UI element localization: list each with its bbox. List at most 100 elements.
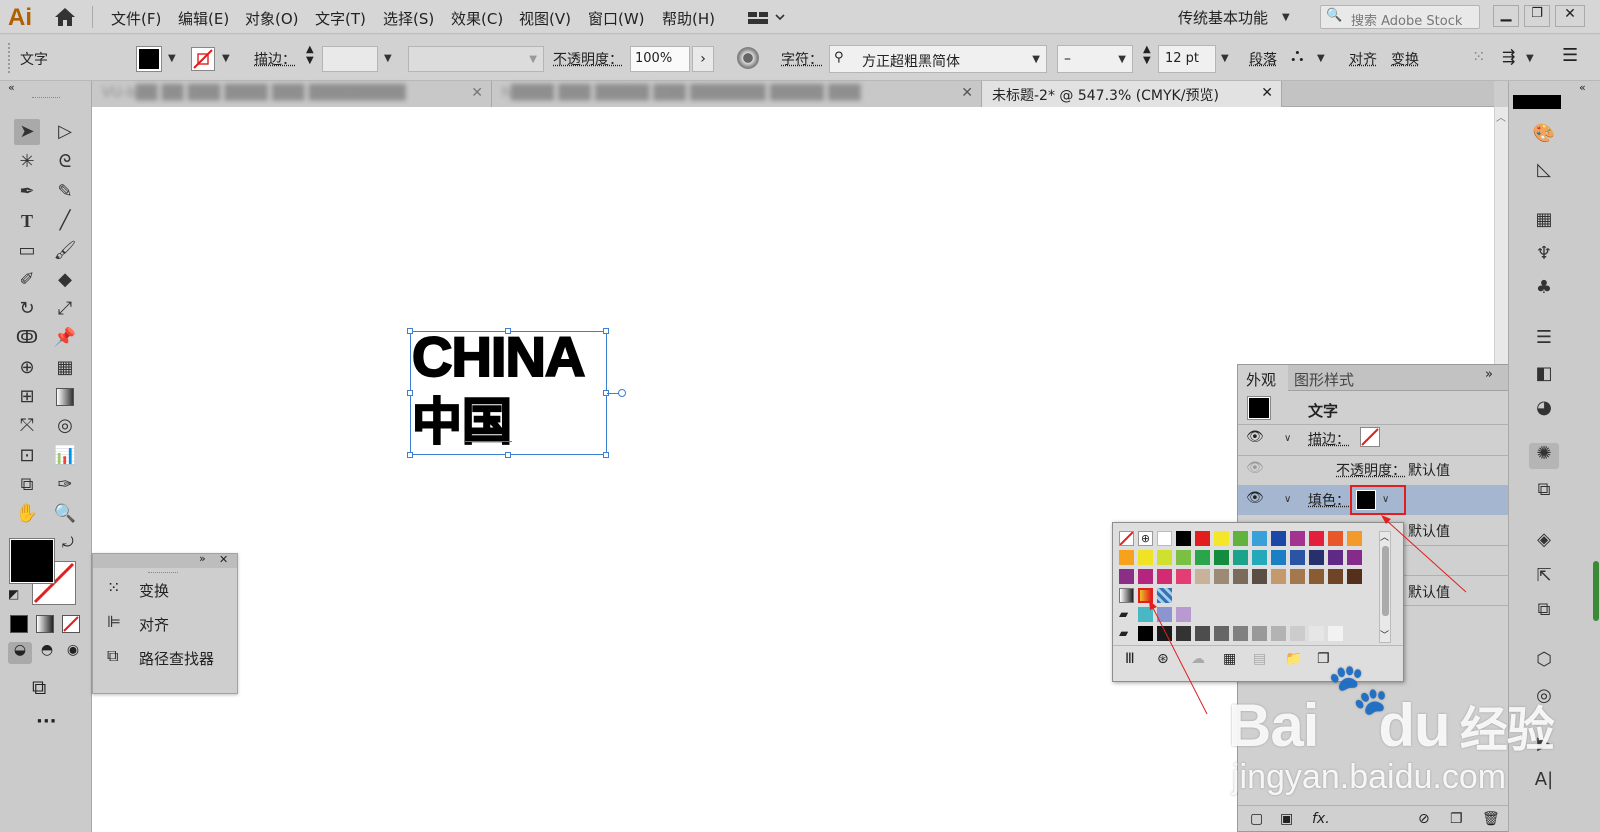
swatch[interactable] <box>1214 626 1229 641</box>
gradient-tool-icon[interactable] <box>52 384 78 410</box>
swatch[interactable] <box>1347 569 1362 584</box>
hand-tool-icon[interactable]: ✋ <box>14 501 40 527</box>
swatch[interactable] <box>1214 531 1229 546</box>
fill-color-swatch[interactable] <box>136 46 162 72</box>
swatch[interactable] <box>1309 550 1324 565</box>
mini-panel-item-transform[interactable]: 变换 <box>139 580 169 608</box>
visibility-eye-icon[interactable]: 👁 <box>1246 490 1264 506</box>
swatch[interactable] <box>1157 626 1172 641</box>
swatch[interactable] <box>1309 626 1324 641</box>
scale-tool-icon[interactable]: ⤢ <box>52 296 78 322</box>
swatch[interactable] <box>1138 550 1153 565</box>
canvas-text-line2[interactable]: 中国 <box>411 392 513 452</box>
align-label[interactable]: 对齐 <box>1349 49 1377 69</box>
font-style-select[interactable]: – ▼ <box>1057 45 1133 73</box>
swatch-pattern[interactable] <box>1157 588 1172 603</box>
stroke-weight-dropdown-icon[interactable]: ▼ <box>384 53 392 64</box>
swatch[interactable] <box>1233 550 1248 565</box>
clear-appearance-icon[interactable]: ⊘ <box>1418 811 1430 827</box>
expand-panel-icon[interactable]: » <box>199 552 206 565</box>
expand-fill-icon[interactable]: ∨ <box>1284 494 1291 505</box>
tab-document-3[interactable]: 未标题-2* @ 547.3% (CMYK/预览) ✕ <box>982 81 1282 107</box>
swatch[interactable] <box>1347 531 1362 546</box>
add-fill-icon[interactable]: ▣ <box>1280 811 1293 827</box>
swatch[interactable] <box>1157 531 1172 546</box>
screen-mode-icon[interactable]: ⧉ <box>32 675 46 699</box>
close-tab-icon[interactable]: ✕ <box>961 85 973 101</box>
swatch[interactable] <box>1176 626 1191 641</box>
magic-wand-tool-icon[interactable]: ✳ <box>14 149 40 175</box>
swatch[interactable] <box>1328 569 1343 584</box>
swatch[interactable] <box>1157 569 1172 584</box>
dock-scroll-indicator[interactable] <box>1593 561 1599 621</box>
transform-icon[interactable]: ⁙ <box>107 578 120 606</box>
perspective-grid-tool-icon[interactable]: ▦ <box>52 355 78 381</box>
resize-handle[interactable] <box>505 452 511 458</box>
swatch[interactable] <box>1214 569 1229 584</box>
close-window-button[interactable]: ✕ <box>1555 5 1585 27</box>
swatch[interactable] <box>1271 550 1286 565</box>
resize-handle[interactable] <box>603 452 609 458</box>
default-fill-stroke-icon[interactable]: ◩ <box>8 587 19 601</box>
swatch[interactable] <box>1290 531 1305 546</box>
close-tab-icon[interactable]: ✕ <box>471 85 483 101</box>
tab-document-2[interactable]: h████ ███ █████ ███ ███████ █████ ███ ✕ <box>492 81 982 107</box>
swatch[interactable] <box>1252 626 1267 641</box>
slice-tool-icon[interactable]: ✑ <box>52 472 78 498</box>
zoom-tool-icon[interactable]: 🔍 <box>52 501 78 527</box>
swatch[interactable] <box>1252 531 1267 546</box>
rotate-tool-icon[interactable]: ↻ <box>14 296 40 322</box>
type-tool-icon[interactable]: T <box>14 208 40 234</box>
align-options-chevron-icon[interactable]: ▼ <box>1526 53 1534 64</box>
swatch[interactable] <box>1271 531 1286 546</box>
artboards-panel-icon[interactable]: ⧉ <box>1529 599 1559 625</box>
pen-tool-icon[interactable]: ✒ <box>14 179 40 205</box>
character-label[interactable]: 字符： <box>781 49 823 69</box>
blend-tool-icon[interactable]: ◎ <box>52 413 78 439</box>
swatch[interactable] <box>1157 607 1172 622</box>
resize-handle[interactable] <box>407 452 413 458</box>
appearance-panel-icon[interactable]: ✺ <box>1529 443 1559 469</box>
appearance-fill-row[interactable]: 👁 ∨ 填色： ∨ <box>1238 485 1532 515</box>
fill-swatch-dropdown-icon[interactable]: ∨ <box>1382 494 1389 505</box>
swatch[interactable] <box>1233 626 1248 641</box>
swatch-options-icon[interactable]: ▦ <box>1223 651 1236 667</box>
stroke-dropdown-icon[interactable]: ▼ <box>222 53 230 64</box>
font-size-stepper[interactable]: ▲ ▼ <box>1143 44 1151 66</box>
swap-fill-stroke-icon[interactable]: ⤾ <box>62 535 74 551</box>
font-size-chevron-icon[interactable]: ▼ <box>1221 53 1229 64</box>
color-mode-icon[interactable] <box>10 615 28 633</box>
swatch[interactable] <box>1309 569 1324 584</box>
swatch[interactable] <box>1233 569 1248 584</box>
column-graph-tool-icon[interactable]: 📊 <box>52 443 78 469</box>
selection-tool-icon[interactable]: ➤ <box>14 119 40 145</box>
fill-dropdown-icon[interactable]: ▼ <box>168 53 176 64</box>
menu-view[interactable]: 视图(V) <box>519 8 571 29</box>
stroke-panel-icon[interactable]: ☰ <box>1529 327 1559 353</box>
3d-panel-icon[interactable]: ⬡ <box>1529 649 1559 675</box>
text-threading-port[interactable] <box>618 389 626 397</box>
swatches-panel-icon[interactable]: ▦ <box>1529 209 1559 235</box>
swatch[interactable] <box>1176 531 1191 546</box>
menu-edit[interactable]: 编辑(E) <box>178 8 229 29</box>
add-stroke-icon[interactable]: ▢ <box>1250 811 1263 827</box>
paragraph-label[interactable]: 段落 <box>1249 49 1277 69</box>
curvature-tool-icon[interactable]: ✎ <box>52 179 78 205</box>
mini-panel-item-align[interactable]: 对齐 <box>139 614 169 642</box>
swatch-libraries-icon[interactable]: Ⅲ <box>1125 651 1135 667</box>
minimize-button[interactable]: ▁ <box>1493 5 1519 27</box>
pathfinder-icon[interactable]: ⧉ <box>107 646 118 674</box>
align-options-icon[interactable]: ⇶ <box>1502 47 1515 66</box>
visibility-eye-icon[interactable]: 👁 <box>1246 460 1264 476</box>
opacity-arrow-button[interactable]: › <box>692 46 714 72</box>
variable-width-profile[interactable]: ▼ <box>408 46 544 72</box>
gradient-mode-icon[interactable] <box>36 615 54 633</box>
swatch[interactable] <box>1233 531 1248 546</box>
swatch[interactable] <box>1271 626 1286 641</box>
swatch[interactable] <box>1309 531 1324 546</box>
swatch[interactable] <box>1195 626 1210 641</box>
swatch[interactable] <box>1195 569 1210 584</box>
appearance-stroke-swatch[interactable] <box>1360 427 1380 447</box>
swatch[interactable] <box>1176 550 1191 565</box>
character-styles-icon[interactable]: ⛬ <box>1291 45 1304 66</box>
